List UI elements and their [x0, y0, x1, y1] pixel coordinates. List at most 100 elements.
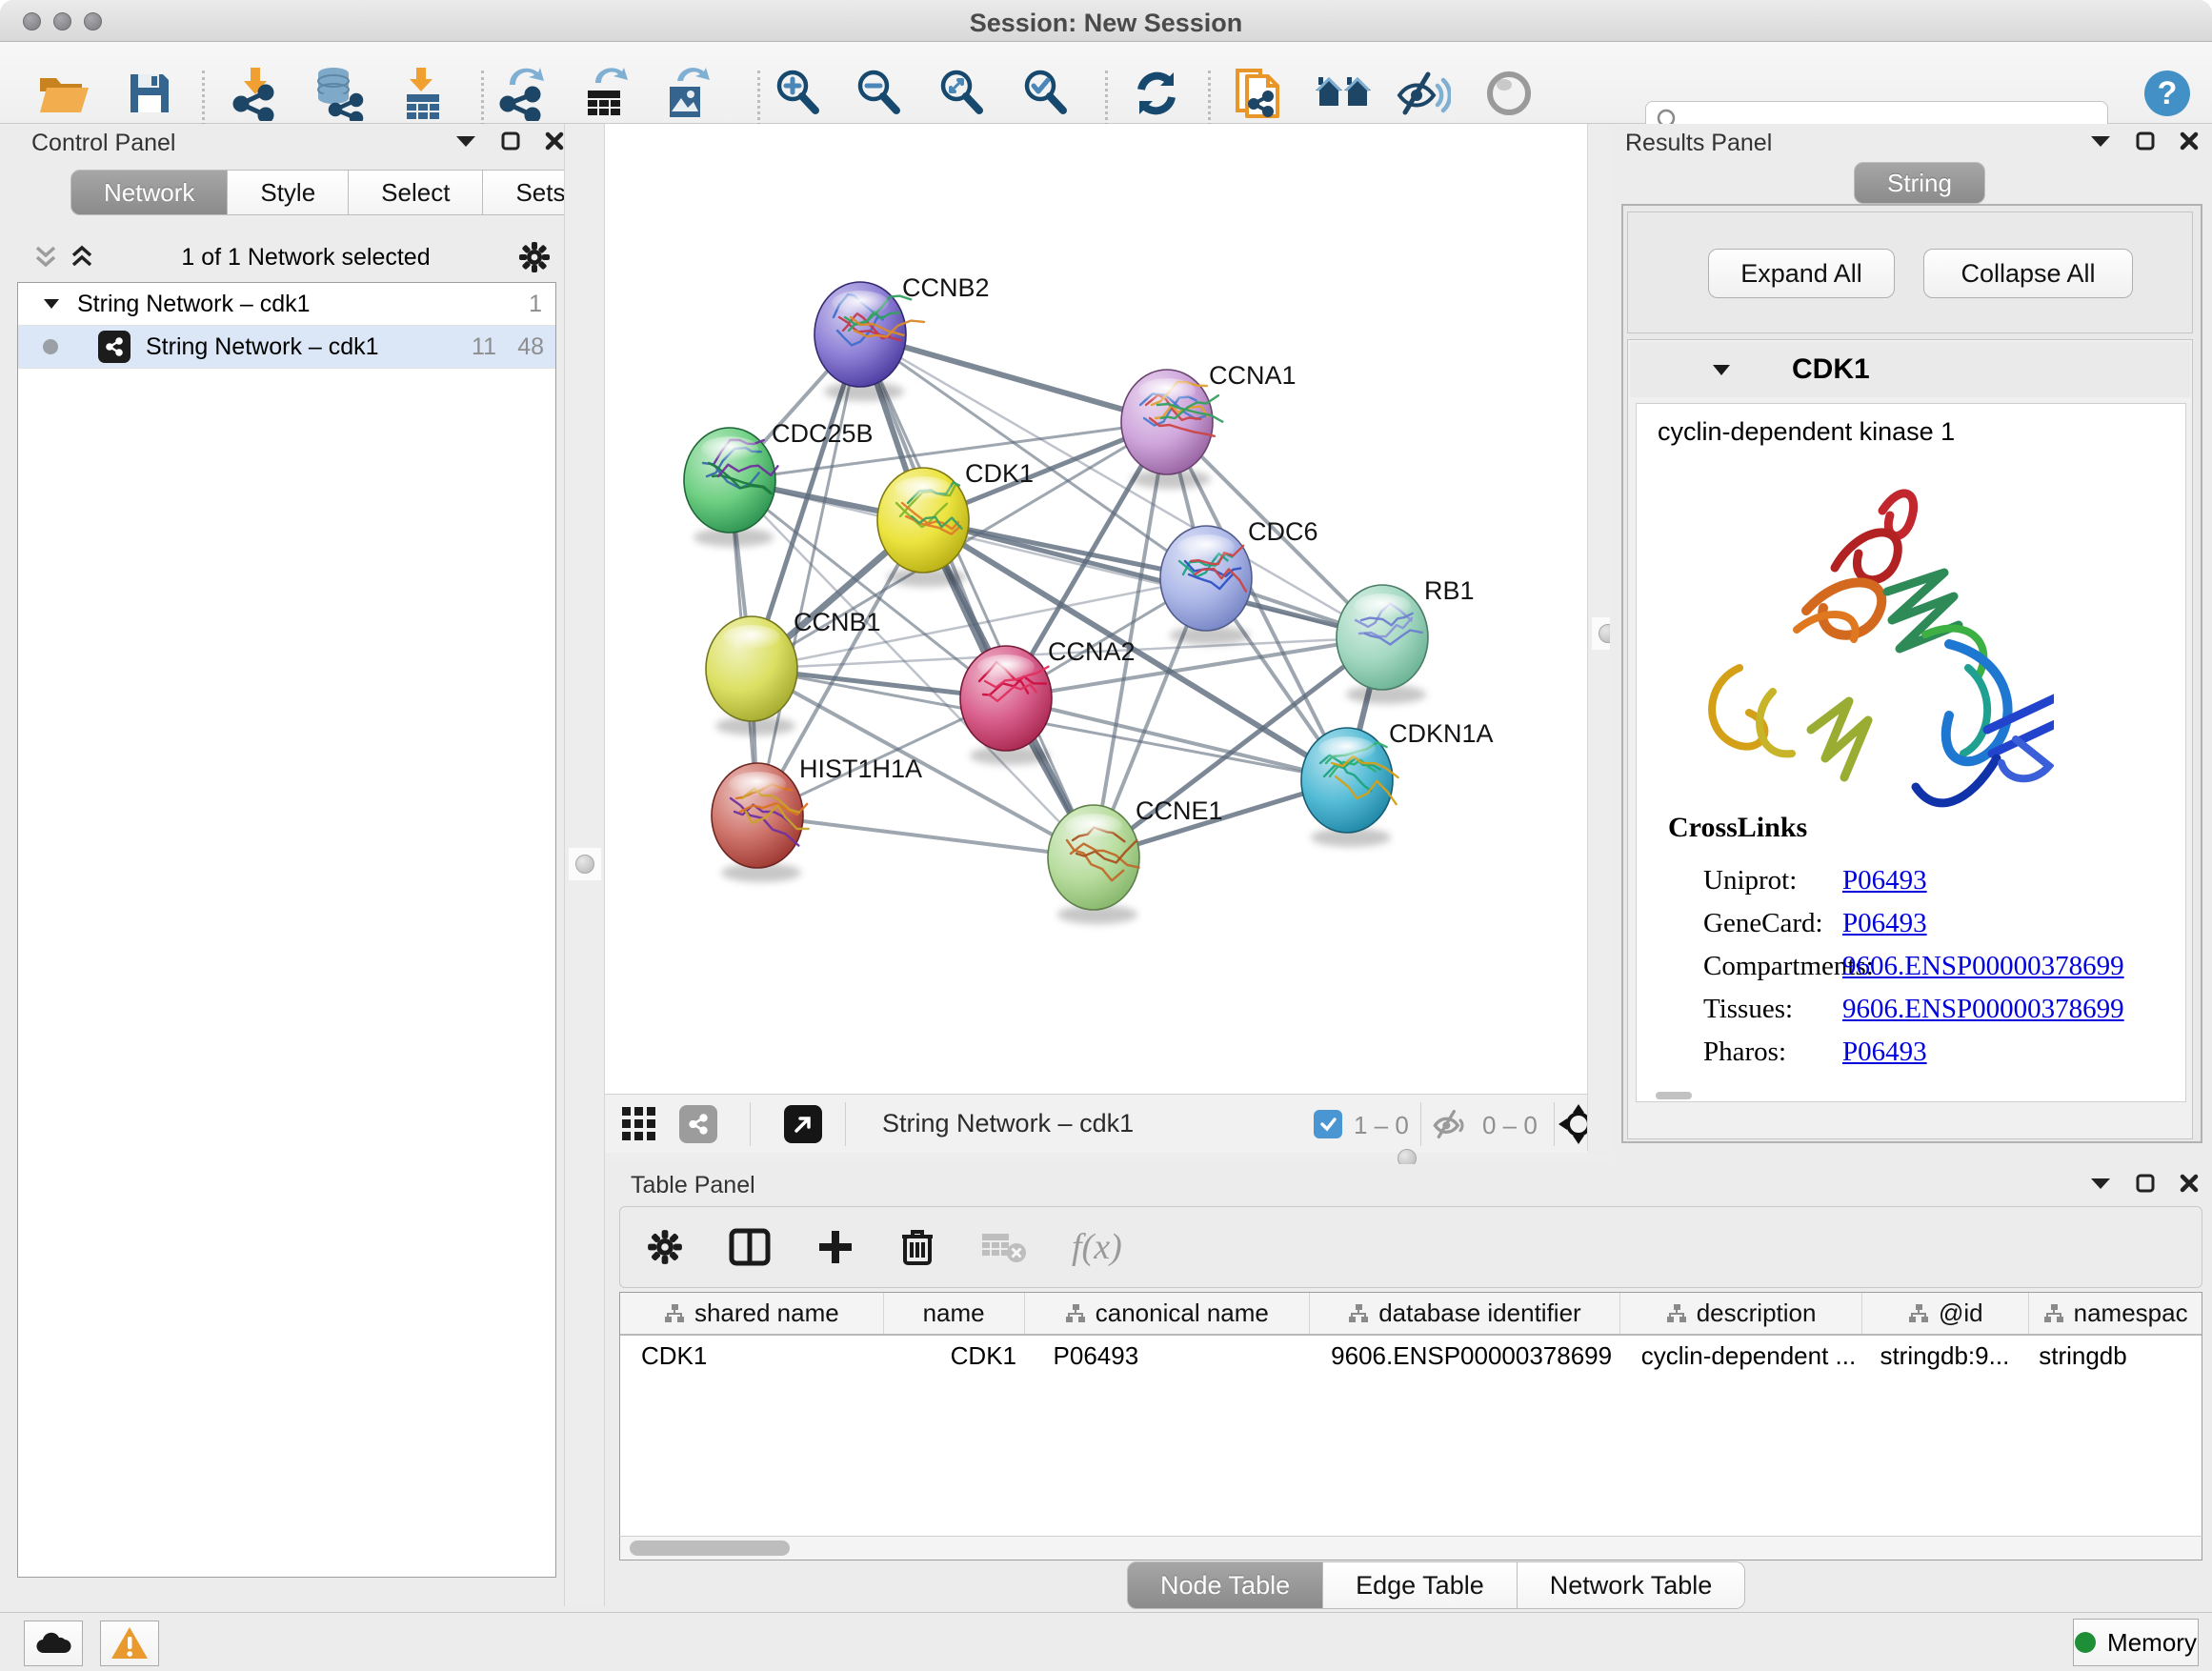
network-edge-count: 48 [517, 333, 544, 361]
refresh-icon [1132, 69, 1181, 118]
export-image-button[interactable] [656, 63, 717, 124]
tree-icon [664, 1303, 685, 1324]
cell-namespace: stringdb [2029, 1341, 2202, 1371]
column-header-shared-name[interactable]: shared name [620, 1293, 884, 1334]
export-table-icon [582, 66, 632, 121]
toolbar-separator [481, 70, 484, 126]
string-network-graph[interactable]: CCNB2CCNA1CDC25BCDK1CDC6RB1CCNB1CCNA2CDK… [605, 124, 1587, 1094]
table-settings-gear-icon[interactable] [647, 1229, 683, 1265]
column-header-id[interactable]: @id [1862, 1293, 2029, 1334]
hidden-eye-icon[interactable] [1432, 1109, 1470, 1139]
zoom-fit-button[interactable] [932, 63, 993, 124]
delete-table-icon [980, 1230, 1026, 1264]
column-header-description[interactable]: description [1620, 1293, 1863, 1334]
float-panel-icon[interactable] [2136, 1174, 2155, 1193]
tab-network[interactable]: Network [70, 170, 228, 215]
genecard-link[interactable]: P06493 [1842, 908, 1927, 938]
tab-node-table[interactable]: Node Table [1127, 1561, 1323, 1609]
network-node-CDC25B[interactable]: CDC25B [684, 419, 874, 547]
open-session-button[interactable] [33, 63, 94, 124]
zoom-selected-button[interactable] [1016, 63, 1076, 124]
warnings-button[interactable] [100, 1621, 159, 1666]
tissues-link[interactable]: 9606.ENSP00000378699 [1842, 994, 2124, 1024]
expand-all-button[interactable]: Expand All [1708, 249, 1895, 298]
tab-network-table[interactable]: Network Table [1518, 1561, 1746, 1609]
open-recent-session-button[interactable] [1313, 63, 1374, 124]
current-network-dot-icon [43, 339, 58, 354]
entry-collapse-icon[interactable] [1712, 364, 1731, 376]
table-row[interactable]: CDK1 CDK1 P06493 9606.ENSP00000378699 cy… [620, 1336, 2202, 1377]
network-row[interactable]: String Network – cdk1 11 48 [18, 326, 555, 369]
float-panel-icon[interactable] [501, 131, 520, 151]
memory-button[interactable]: Memory [2073, 1619, 2199, 1666]
uniprot-link[interactable]: P06493 [1842, 865, 1927, 896]
help-button[interactable]: ? [2137, 63, 2198, 124]
column-header-canonical-name[interactable]: canonical name [1025, 1293, 1311, 1334]
zoom-out-button[interactable] [849, 63, 910, 124]
network-node-HIST1H1A[interactable]: HIST1H1A [712, 755, 922, 882]
network-node-RB1[interactable]: RB1 [1337, 576, 1475, 704]
results-hscrollbar-thumb[interactable] [1656, 1092, 1692, 1099]
node-table[interactable]: shared name name canonical name database… [619, 1292, 2202, 1536]
panel-menu-icon[interactable] [2090, 134, 2111, 148]
network-options-gear-icon[interactable] [518, 241, 551, 273]
compartments-link[interactable]: 9606.ENSP00000378699 [1842, 951, 2124, 981]
network-node-CCNE1[interactable]: CCNE1 [1048, 796, 1223, 924]
network-node-CCNA1[interactable]: CCNA1 [1121, 361, 1297, 489]
table-hscrollbar-thumb[interactable] [630, 1540, 790, 1556]
zoom-in-button[interactable] [768, 63, 829, 124]
collection-name: String Network – cdk1 [77, 291, 311, 318]
view-share-icon[interactable] [679, 1105, 717, 1143]
close-panel-icon[interactable] [2180, 131, 2199, 151]
left-splitter-handle[interactable] [569, 848, 601, 880]
network-node-CCNB2[interactable]: CCNB2 [814, 273, 990, 401]
cloud-button[interactable] [24, 1621, 83, 1666]
network-canvas[interactable]: CCNB2CCNA1CDC25BCDK1CDC6RB1CCNB1CCNA2CDK… [605, 124, 1587, 1094]
save-session-button[interactable] [119, 63, 180, 124]
import-network-from-database-button[interactable] [307, 63, 368, 124]
open-in-new-window-icon[interactable] [784, 1105, 822, 1143]
add-column-icon[interactable] [816, 1228, 855, 1266]
tab-style[interactable]: Style [228, 170, 349, 215]
import-table-button[interactable] [392, 63, 453, 124]
export-table-button[interactable] [576, 63, 637, 124]
tab-select[interactable]: Select [349, 170, 483, 215]
selected-nodes-checkbox[interactable] [1314, 1110, 1342, 1138]
show-hide-graphics-details-button[interactable] [1393, 63, 1454, 124]
cell-shared-name: CDK1 [620, 1341, 884, 1371]
node-label-CCNA2: CCNA2 [1048, 637, 1136, 666]
network-node-CCNB1[interactable]: CCNB1 [706, 608, 881, 735]
panel-menu-icon[interactable] [455, 134, 476, 148]
expand-all-chevron-icon[interactable] [70, 245, 93, 270]
collection-expand-icon[interactable] [43, 298, 60, 310]
network-node-CDKN1A[interactable]: CDKN1A [1301, 719, 1494, 847]
panel-menu-icon[interactable] [2090, 1177, 2111, 1190]
network-name: String Network – cdk1 [146, 333, 379, 361]
close-panel-icon[interactable] [545, 131, 564, 151]
collapse-all-button[interactable]: Collapse All [1923, 249, 2133, 298]
network-node-CCNA2[interactable]: CCNA2 [960, 637, 1136, 765]
apply-layout-button[interactable] [1126, 63, 1187, 124]
column-header-namespace[interactable]: namespac [2029, 1293, 2202, 1334]
node-entry-header[interactable]: CDK1 [1630, 342, 2190, 397]
tab-string[interactable]: String [1854, 162, 1985, 204]
collapse-all-chevron-icon[interactable] [34, 245, 57, 270]
export-network-button[interactable] [493, 63, 554, 124]
tab-edge-table[interactable]: Edge Table [1323, 1561, 1518, 1609]
table-hscrollbar[interactable] [619, 1536, 2202, 1560]
show-columns-icon[interactable] [729, 1228, 771, 1266]
delete-column-icon[interactable] [900, 1227, 935, 1267]
float-panel-icon[interactable] [2136, 131, 2155, 151]
grid-view-icon[interactable] [620, 1105, 658, 1143]
pharos-link[interactable]: P06493 [1842, 1037, 1927, 1067]
network-node-count: 11 [472, 333, 496, 361]
birds-eye-view-button[interactable] [1478, 63, 1539, 124]
network-collection-row[interactable]: String Network – cdk1 1 [18, 283, 555, 326]
close-panel-icon[interactable] [2180, 1174, 2199, 1193]
view-toolbar-separator [1554, 1102, 1555, 1146]
left-splitter[interactable] [564, 124, 605, 1606]
import-network-from-file-button[interactable] [1229, 63, 1290, 124]
column-header-name[interactable]: name [884, 1293, 1025, 1334]
column-header-database-identifier[interactable]: database identifier [1310, 1293, 1620, 1334]
import-network-button[interactable] [227, 63, 288, 124]
